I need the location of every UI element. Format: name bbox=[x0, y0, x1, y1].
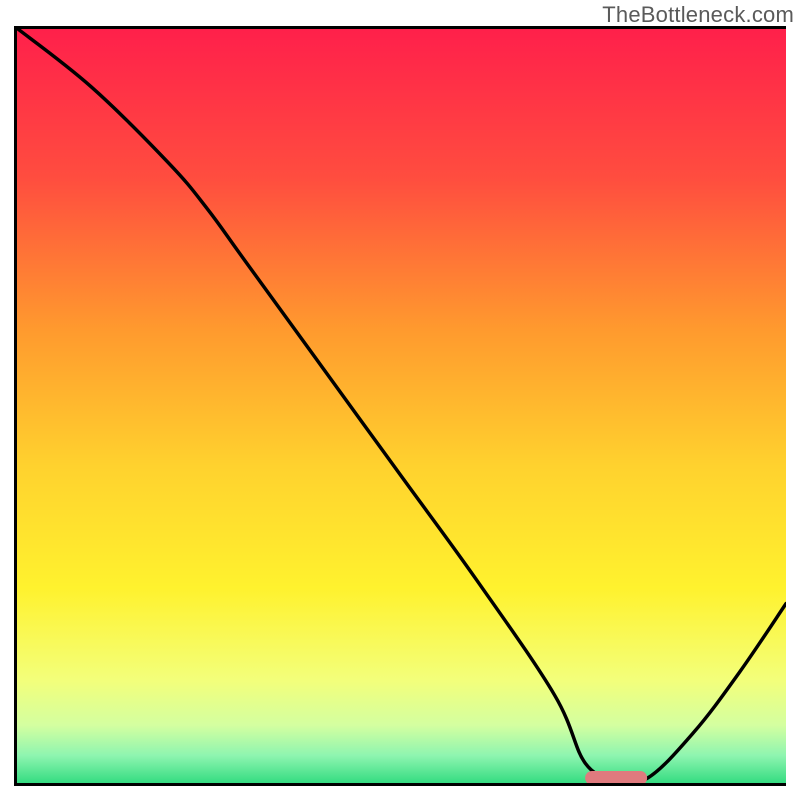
top-axis-line bbox=[14, 26, 786, 29]
y-axis-line bbox=[14, 26, 17, 786]
x-axis-line bbox=[14, 783, 786, 786]
watermark-text: TheBottleneck.com bbox=[602, 2, 794, 28]
chart-area bbox=[14, 26, 786, 786]
chart-curve bbox=[14, 26, 786, 786]
